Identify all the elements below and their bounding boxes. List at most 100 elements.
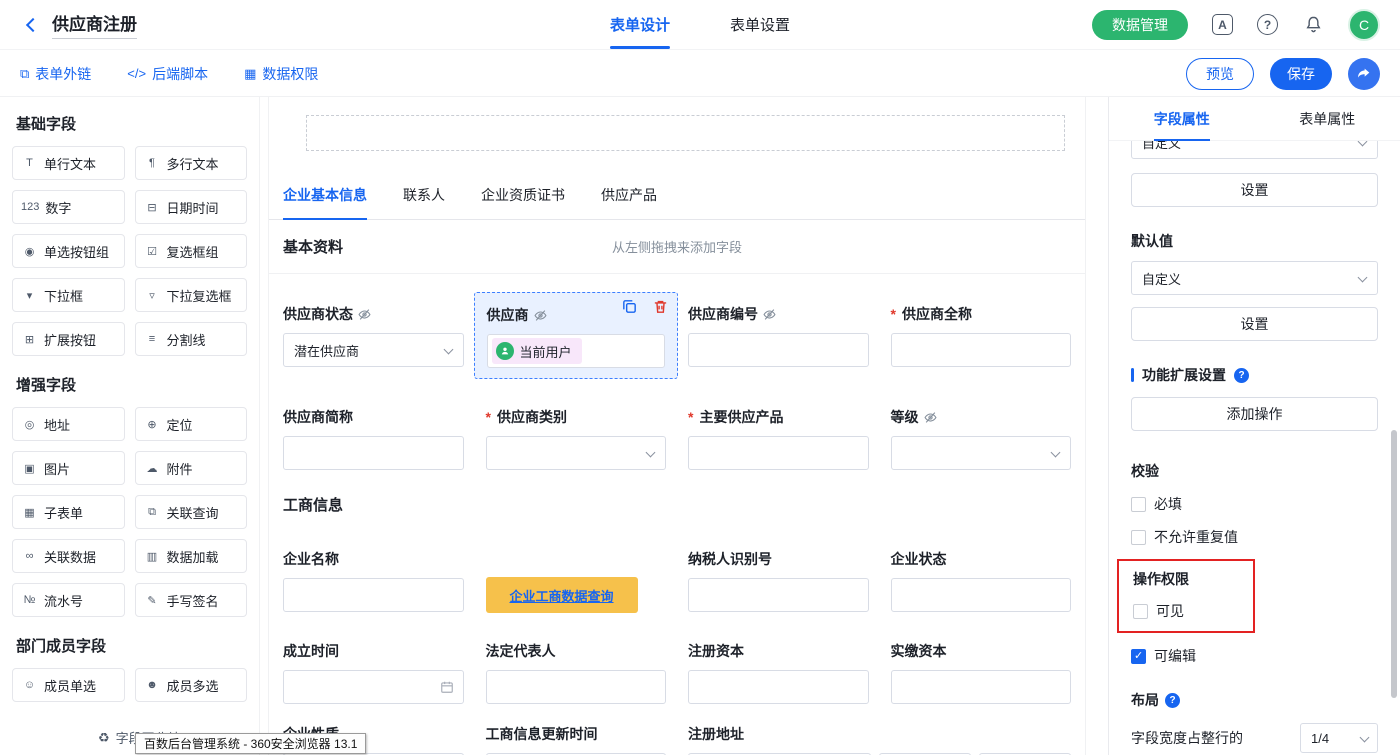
palette-field-button[interactable]: ◉ 单选按钮组 <box>12 234 125 268</box>
palette-field-button[interactable]: ▦ 子表单 <box>12 495 125 529</box>
field-taxpayer-id[interactable]: 纳税人识别号 <box>688 549 869 613</box>
user-avatar[interactable]: C <box>1348 9 1380 41</box>
settings-button[interactable]: 设置 <box>1131 173 1378 207</box>
palette-field-button[interactable]: 123 数字 <box>12 190 125 224</box>
palette-field-button[interactable]: ▿ 下拉复选框 <box>135 278 248 312</box>
established-date-input[interactable] <box>283 670 464 704</box>
field-supplier-status[interactable]: 供应商状态 潜在供应商 <box>283 304 464 379</box>
field-paidin-capital[interactable]: 实缴资本 <box>891 641 1072 704</box>
collapsed-property-select[interactable]: 自定义 <box>1131 141 1378 159</box>
palette-field-button[interactable]: ▾ 下拉框 <box>12 278 125 312</box>
main-products-input[interactable] <box>688 436 869 470</box>
field-legal-representative[interactable]: 法定代表人 <box>486 641 667 704</box>
visible-checkbox[interactable] <box>1133 604 1148 619</box>
default-value-settings-button[interactable]: 设置 <box>1131 307 1378 341</box>
field-supplier-code[interactable]: 供应商编号 <box>688 304 869 379</box>
form-dropzone[interactable] <box>306 115 1065 151</box>
selected-field-supplier[interactable]: 供应商 当前用户 <box>474 292 679 379</box>
palette-field-button[interactable]: ▥ 数据加载 <box>135 539 248 573</box>
business-data-query-button[interactable]: 企业工商数据查询 <box>486 577 638 613</box>
field-registered-address[interactable]: 注册地址 省/自治区/直辖市 市 区/县 <box>688 724 1071 755</box>
editable-checkbox-row[interactable]: 可编辑 <box>1131 646 1378 666</box>
vertical-scrollbar[interactable] <box>1391 430 1397 698</box>
back-button[interactable] <box>20 14 42 36</box>
field-type-label: 关联查询 <box>167 503 219 522</box>
palette-field-button[interactable]: ⊕ 定位 <box>135 407 248 441</box>
paidin-capital-input[interactable] <box>891 670 1072 704</box>
supplier-shortname-input[interactable] <box>283 436 464 470</box>
grade-select[interactable] <box>891 436 1072 470</box>
field-established-date[interactable]: 成立时间 <box>283 641 464 704</box>
tab-form-settings[interactable]: 表单设置 <box>730 0 790 49</box>
delete-field-icon[interactable] <box>652 298 669 315</box>
tab-supply-products[interactable]: 供应产品 <box>601 185 657 219</box>
help-icon[interactable]: ? <box>1257 14 1278 35</box>
no-duplicate-checkbox[interactable] <box>1131 530 1146 545</box>
registered-capital-input[interactable] <box>688 670 869 704</box>
field-main-products[interactable]: *主要供应产品 <box>688 407 869 470</box>
company-name-input[interactable] <box>283 578 464 612</box>
required-checkbox[interactable] <box>1131 497 1146 512</box>
header-tabs: 表单设计 表单设置 <box>610 0 790 49</box>
default-value-select[interactable]: 自定义 <box>1131 261 1378 295</box>
palette-field-button[interactable]: ≡ 分割线 <box>135 322 248 356</box>
tab-form-design[interactable]: 表单设计 <box>610 0 670 49</box>
notification-bell-icon[interactable] <box>1302 14 1324 36</box>
palette-field-button[interactable]: ⊟ 日期时间 <box>135 190 248 224</box>
editable-checkbox[interactable] <box>1131 649 1146 664</box>
palette-field-button[interactable]: ☻ 成员多选 <box>135 668 248 702</box>
supplier-value-box[interactable]: 当前用户 <box>487 334 666 368</box>
palette-field-button[interactable]: ☑ 复选框组 <box>135 234 248 268</box>
palette-field-button[interactable]: T 单行文本 <box>12 146 125 180</box>
palette-field-button[interactable]: ⊞ 扩展按钮 <box>12 322 125 356</box>
field-grade[interactable]: 等级 <box>891 407 1072 470</box>
current-user-tag[interactable]: 当前用户 <box>492 338 582 364</box>
tab-contact-person[interactable]: 联系人 <box>403 185 445 219</box>
field-registered-capital[interactable]: 注册资本 <box>688 641 869 704</box>
field-company-name[interactable]: 企业名称 <box>283 549 464 613</box>
help-circle-icon[interactable]: ? <box>1234 368 1249 383</box>
palette-field-button[interactable]: ▣ 图片 <box>12 451 125 485</box>
help-circle-icon[interactable]: ? <box>1165 693 1180 708</box>
tab-company-basic-info[interactable]: 企业基本信息 <box>283 185 367 219</box>
copy-field-icon[interactable] <box>621 298 638 315</box>
tab-field-properties[interactable]: 字段属性 <box>1109 97 1255 140</box>
required-checkbox-row[interactable]: 必填 <box>1131 494 1378 514</box>
share-button[interactable] <box>1348 58 1380 90</box>
palette-field-button[interactable]: ☺ 成员单选 <box>12 668 125 702</box>
field-supplier-shortname[interactable]: 供应商简称 <box>283 407 464 470</box>
palette-field-button[interactable]: ☁ 附件 <box>135 451 248 485</box>
tab-form-properties[interactable]: 表单属性 <box>1255 97 1400 140</box>
palette-field-button[interactable]: ¶ 多行文本 <box>135 146 248 180</box>
taxpayer-id-input[interactable] <box>688 578 869 612</box>
palette-field-button[interactable]: ✎ 手写签名 <box>135 583 248 617</box>
company-status-input[interactable] <box>891 578 1072 612</box>
supplier-status-select[interactable]: 潜在供应商 <box>283 333 464 367</box>
field-company-status[interactable]: 企业状态 <box>891 549 1072 613</box>
data-manage-button[interactable]: 数据管理 <box>1092 10 1188 40</box>
tab-label: 表单设置 <box>730 14 790 35</box>
add-operation-button[interactable]: 添加操作 <box>1131 397 1378 431</box>
supplier-category-select[interactable] <box>486 436 667 470</box>
supplier-code-input[interactable] <box>688 333 869 367</box>
palette-field-button[interactable]: ◎ 地址 <box>12 407 125 441</box>
field-business-info-update-time[interactable]: 工商信息更新时间 <box>486 724 667 755</box>
preview-button[interactable]: 预览 <box>1186 58 1254 90</box>
save-button[interactable]: 保存 <box>1270 58 1332 90</box>
field-supplier-category[interactable]: *供应商类别 <box>486 407 667 470</box>
supplier-fullname-input[interactable] <box>891 333 1072 367</box>
field-width-select[interactable]: 1/4 <box>1300 723 1378 753</box>
palette-field-button[interactable]: ⧉ 关联查询 <box>135 495 248 529</box>
field-supplier-fullname[interactable]: *供应商全称 <box>891 304 1072 379</box>
translate-icon[interactable]: A <box>1212 14 1233 35</box>
backend-script-link[interactable]: </> 后端脚本 <box>127 64 208 84</box>
data-permission-link[interactable]: ▦ 数据权限 <box>244 64 318 84</box>
legal-representative-input[interactable] <box>486 670 667 704</box>
palette-field-button[interactable]: ∞ 关联数据 <box>12 539 125 573</box>
form-external-link[interactable]: ⧉ 表单外链 <box>20 64 91 84</box>
location-icon: ⊕ <box>144 418 161 431</box>
no-duplicate-checkbox-row[interactable]: 不允许重复值 <box>1131 527 1378 547</box>
tab-company-qualification[interactable]: 企业资质证书 <box>481 185 565 219</box>
palette-field-button[interactable]: № 流水号 <box>12 583 125 617</box>
visible-checkbox-row[interactable]: 可见 <box>1133 601 1253 621</box>
